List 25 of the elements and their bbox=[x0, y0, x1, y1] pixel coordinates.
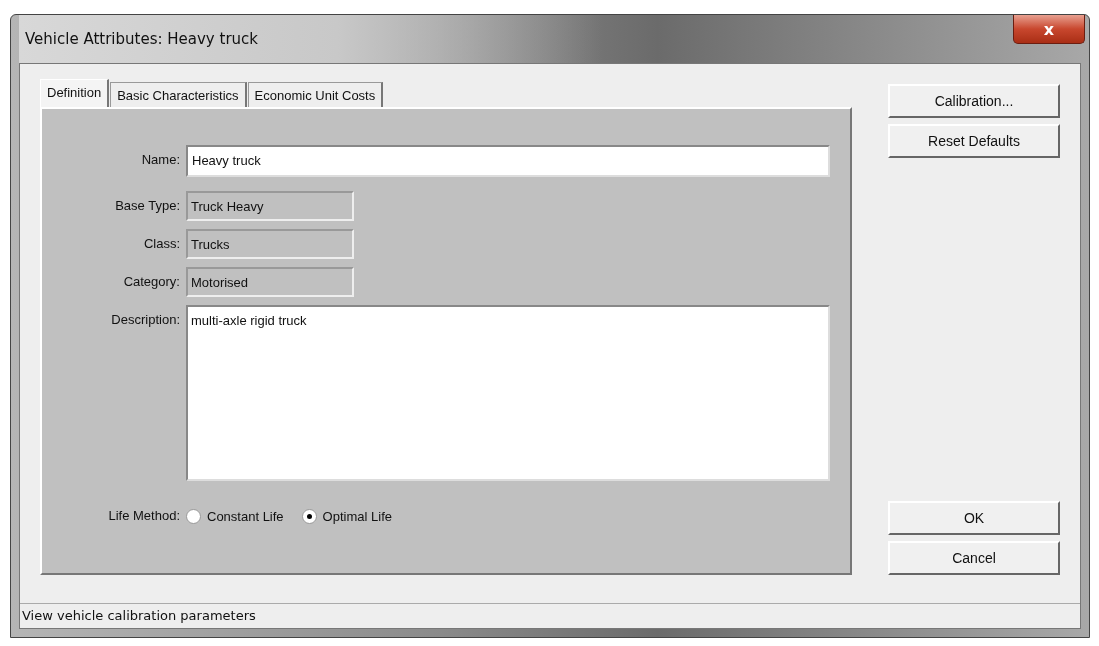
tab[interactable]: Basic Characteristics bbox=[110, 82, 247, 107]
tab[interactable]: Definition bbox=[40, 79, 110, 107]
radio-label[interactable]: Optimal Life bbox=[322, 508, 392, 524]
dialog-button[interactable]: OK bbox=[888, 501, 1060, 535]
description-field[interactable]: multi-axle rigid truck bbox=[186, 305, 830, 481]
radio-label[interactable]: Constant Life bbox=[207, 508, 284, 524]
name-field[interactable]: Heavy truck bbox=[186, 145, 830, 177]
field-label: Name: bbox=[140, 151, 181, 169]
dialog-button[interactable]: Cancel bbox=[888, 541, 1060, 575]
readonly-field: Trucks bbox=[186, 229, 354, 259]
side-button[interactable]: Calibration... bbox=[888, 84, 1060, 118]
readonly-field: Truck Heavy bbox=[186, 191, 354, 221]
side-button[interactable]: Reset Defaults bbox=[888, 124, 1060, 158]
radio-button[interactable] bbox=[301, 508, 317, 524]
field-label: Class: bbox=[142, 235, 181, 253]
window-title: Vehicle Attributes: Heavy truck bbox=[24, 30, 258, 48]
field-label: Life Method: bbox=[107, 507, 181, 525]
field-label: Category: bbox=[122, 273, 181, 291]
close-button[interactable]: x bbox=[1013, 15, 1085, 44]
field-label: Description: bbox=[110, 311, 181, 329]
field-label: Base Type: bbox=[114, 197, 181, 215]
radio-button[interactable] bbox=[186, 508, 201, 524]
status-text: View vehicle calibration parameters bbox=[20, 603, 1080, 628]
readonly-field: Motorised bbox=[186, 267, 354, 297]
tab[interactable]: Economic Unit Costs bbox=[247, 82, 384, 107]
